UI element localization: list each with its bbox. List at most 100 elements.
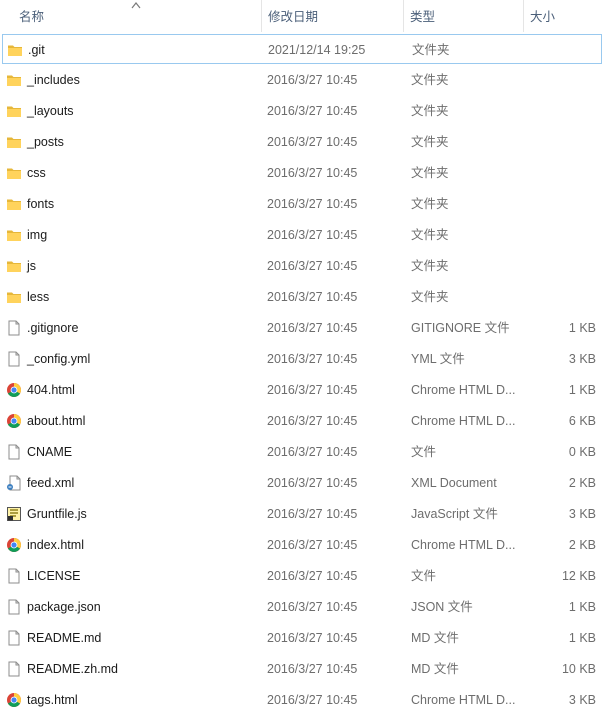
file-type: 文件夹	[411, 166, 449, 180]
file-row[interactable]: Gruntfile.js 2016/3/27 10:45 JavaScript 文件…	[2, 499, 602, 529]
file-date-modified: 2016/3/27 10:45	[267, 290, 358, 304]
file-date-modified: 2016/3/27 10:45	[267, 476, 358, 490]
file-date-modified: 2016/3/27 10:45	[267, 569, 358, 583]
file-row[interactable]: _config.yml 2016/3/27 10:45 YML 文件 3 KB	[2, 344, 602, 374]
file-name: CNAME	[27, 445, 73, 459]
file-row[interactable]: index.html 2016/3/27 10:45 Chrome HTML D..…	[2, 530, 602, 560]
file-type: JavaScript 文件	[411, 507, 498, 521]
file-name: index.html	[27, 538, 84, 552]
chrome-icon	[6, 537, 22, 553]
chrome-icon	[6, 692, 22, 708]
file-name: _includes	[27, 73, 80, 87]
file-type: 文件夹	[411, 259, 449, 273]
file-row[interactable]: tags.html 2016/3/27 10:45 Chrome HTML D...…	[2, 685, 602, 715]
file-type: Chrome HTML D...	[411, 693, 516, 707]
column-header-type[interactable]: 类型	[404, 0, 524, 32]
file-icon	[6, 630, 22, 646]
file-date-modified: 2016/3/27 10:45	[267, 228, 358, 242]
column-header-name[interactable]: 名称	[0, 0, 262, 32]
file-date-modified: 2016/3/27 10:45	[267, 321, 358, 335]
file-size: 0 KB	[568, 445, 596, 459]
file-name: .gitignore	[27, 321, 79, 335]
file-name: Gruntfile.js	[27, 507, 87, 521]
file-type: JSON 文件	[411, 600, 473, 614]
js-file-icon	[6, 506, 22, 522]
file-row[interactable]: README.md 2016/3/27 10:45 MD 文件 1 KB	[2, 623, 602, 653]
folder-icon	[6, 165, 22, 181]
file-row[interactable]: .git 2021/12/14 19:25 文件夹	[2, 34, 602, 64]
file-row[interactable]: _posts 2016/3/27 10:45 文件夹	[2, 127, 602, 157]
file-date-modified: 2016/3/27 10:45	[267, 662, 358, 676]
file-size: 1 KB	[568, 631, 596, 645]
file-date-modified: 2016/3/27 10:45	[267, 135, 358, 149]
file-row[interactable]: README.zh.md 2016/3/27 10:45 MD 文件 10 KB	[2, 654, 602, 684]
file-icon	[6, 444, 22, 460]
file-type: MD 文件	[411, 631, 459, 645]
file-type: Chrome HTML D...	[411, 414, 516, 428]
file-row[interactable]: .gitignore 2016/3/27 10:45 GITIGNORE 文件 1 K…	[2, 313, 602, 343]
file-size: 6 KB	[568, 414, 596, 428]
file-type: 文件夹	[412, 43, 450, 57]
file-name: .git	[28, 43, 45, 57]
file-size: 1 KB	[568, 383, 596, 397]
file-type: Chrome HTML D...	[411, 383, 516, 397]
file-name: tags.html	[27, 693, 78, 707]
file-row[interactable]: _includes 2016/3/27 10:45 文件夹	[2, 65, 602, 95]
file-type: YML 文件	[411, 352, 465, 366]
file-name: README.md	[27, 631, 102, 645]
file-row[interactable]: fonts 2016/3/27 10:45 文件夹	[2, 189, 602, 219]
column-header-bar: 名称 修改日期 类型 大小	[0, 0, 610, 32]
file-icon	[6, 320, 22, 336]
file-type: 文件	[411, 569, 437, 583]
file-row[interactable]: about.html 2016/3/27 10:45 Chrome HTML D..…	[2, 406, 602, 436]
file-type: 文件夹	[411, 228, 449, 242]
file-type: 文件夹	[411, 104, 449, 118]
xml-file-icon	[6, 475, 22, 491]
file-date-modified: 2016/3/27 10:45	[267, 414, 358, 428]
file-name: package.json	[27, 600, 101, 614]
file-type: GITIGNORE 文件	[411, 321, 510, 335]
file-size: 3 KB	[568, 507, 596, 521]
file-row[interactable]: feed.xml 2016/3/27 10:45 XML Document 2 KB	[2, 468, 602, 498]
file-row[interactable]: _layouts 2016/3/27 10:45 文件夹	[2, 96, 602, 126]
file-name: 404.html	[27, 383, 75, 397]
file-size: 1 KB	[568, 321, 596, 335]
file-date-modified: 2016/3/27 10:45	[267, 631, 358, 645]
file-date-modified: 2016/3/27 10:45	[267, 445, 358, 459]
file-type: 文件夹	[411, 73, 449, 87]
file-icon	[6, 599, 22, 615]
file-icon	[6, 661, 22, 677]
file-name: js	[27, 259, 37, 273]
file-row[interactable]: package.json 2016/3/27 10:45 JSON 文件 1 KB	[2, 592, 602, 622]
file-name: README.zh.md	[27, 662, 118, 676]
file-size: 2 KB	[568, 538, 596, 552]
column-header-date-modified[interactable]: 修改日期	[262, 0, 404, 32]
file-name: about.html	[27, 414, 86, 428]
file-size: 1 KB	[568, 600, 596, 614]
file-row[interactable]: css 2016/3/27 10:45 文件夹	[2, 158, 602, 188]
file-row[interactable]: js 2016/3/27 10:45 文件夹	[2, 251, 602, 281]
file-row[interactable]: CNAME 2016/3/27 10:45 文件 0 KB	[2, 437, 602, 467]
file-size: 3 KB	[568, 693, 596, 707]
file-row[interactable]: img 2016/3/27 10:45 文件夹	[2, 220, 602, 250]
file-type: 文件夹	[411, 290, 449, 304]
file-date-modified: 2016/3/27 10:45	[267, 104, 358, 118]
file-size: 12 KB	[561, 569, 596, 583]
file-date-modified: 2016/3/27 10:45	[267, 352, 358, 366]
folder-icon	[6, 72, 22, 88]
file-type: 文件	[411, 445, 437, 459]
chrome-icon	[6, 413, 22, 429]
file-date-modified: 2016/3/27 10:45	[267, 538, 358, 552]
file-date-modified: 2016/3/27 10:45	[267, 693, 358, 707]
file-name: img	[27, 228, 48, 242]
column-header-size[interactable]: 大小	[524, 0, 610, 32]
file-name: less	[27, 290, 50, 304]
file-row[interactable]: 404.html 2016/3/27 10:45 Chrome HTML D... 1…	[2, 375, 602, 405]
file-type: XML Document	[411, 476, 497, 490]
file-type: 文件夹	[411, 197, 449, 211]
file-name: _config.yml	[27, 352, 91, 366]
folder-icon	[6, 134, 22, 150]
file-row[interactable]: less 2016/3/27 10:45 文件夹	[2, 282, 602, 312]
folder-icon	[6, 196, 22, 212]
file-row[interactable]: LICENSE 2016/3/27 10:45 文件 12 KB	[2, 561, 602, 591]
